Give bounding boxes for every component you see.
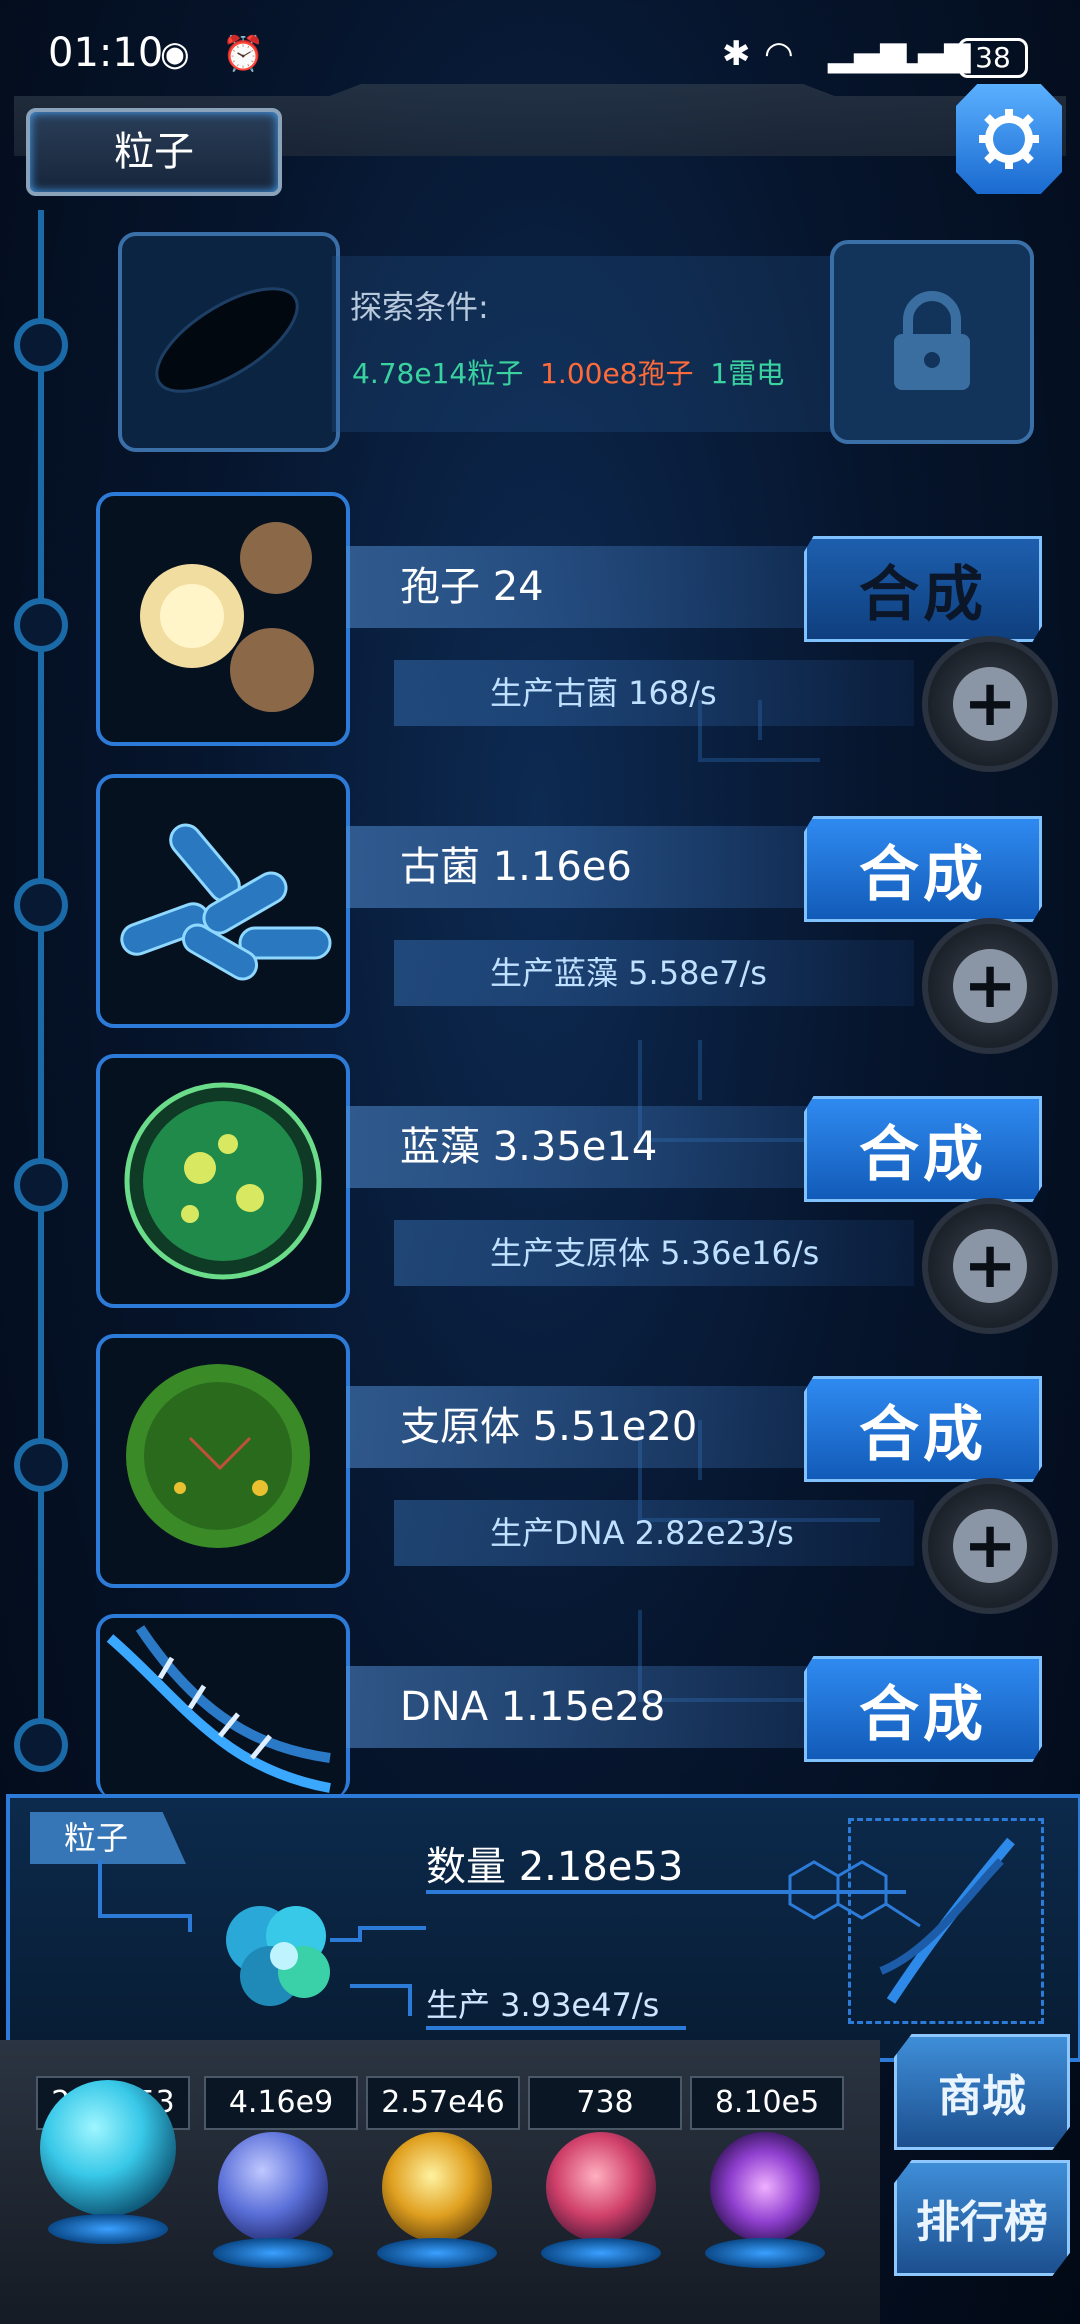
bacteria-silhouette-icon	[155, 287, 299, 393]
gear-icon	[979, 109, 1039, 169]
battery-indicator: 38	[958, 38, 1028, 78]
unit-production-bar: 生产蓝藻 5.58e7/s	[394, 940, 914, 1006]
production-underline	[426, 2026, 686, 2030]
eye-icon: ◉	[160, 34, 190, 74]
upgrade-button-spore[interactable]: +	[922, 636, 1058, 772]
cyanobacteria-icon	[124, 1082, 322, 1280]
unit-name-bar: 支原体 5.51e20	[346, 1386, 846, 1468]
requirement-spores: 1.00e8孢子	[540, 357, 694, 390]
unit-production-bar: 生产DNA 2.82e23/s	[394, 1500, 914, 1566]
unit-name-bar: DNA 1.15e28	[346, 1666, 846, 1748]
dna-emblem-frame	[848, 1818, 1044, 2024]
explosion-orb-icon[interactable]	[382, 2132, 492, 2242]
unit-name: 古菌 1.16e6	[400, 844, 632, 890]
resource-value: 738	[528, 2076, 682, 2130]
timeline-node	[14, 878, 68, 932]
resource-value: 2.57e46	[366, 2076, 520, 2130]
mycoplasma-icon-frame	[96, 1334, 350, 1588]
plus-icon: +	[953, 1509, 1027, 1583]
upgrade-button-mycoplasma[interactable]: +	[922, 1478, 1058, 1614]
dna-icon	[106, 1625, 331, 1793]
locked-unit-frame	[118, 232, 340, 452]
brain-orb-icon[interactable]	[546, 2132, 656, 2242]
alarm-icon: ⏰	[222, 34, 265, 74]
orb-pedestal	[541, 2238, 661, 2268]
archaea-icon-frame	[96, 774, 350, 1028]
wifi-icon: ◠	[764, 34, 794, 74]
unit-name-bar: 古菌 1.16e6	[346, 826, 846, 908]
unit-production: 生产古菌 168/s	[490, 674, 717, 712]
orb-pedestal	[377, 2238, 497, 2268]
orb-pedestal	[48, 2214, 168, 2244]
unit-name: DNA 1.15e28	[400, 1684, 666, 1730]
resource-value: 8.10e5	[690, 2076, 844, 2130]
timeline-line	[38, 210, 44, 1770]
combine-button-dna[interactable]: 合成	[804, 1656, 1042, 1762]
settings-button[interactable]	[956, 84, 1062, 194]
mycoplasma-icon	[126, 1364, 310, 1548]
status-time: 01:10	[48, 30, 164, 76]
orb-pedestal	[213, 2238, 333, 2268]
plus-icon: +	[953, 1229, 1027, 1303]
resource-value: 4.16e9	[204, 2076, 358, 2130]
upgrade-button-archaea[interactable]: +	[922, 918, 1058, 1054]
timeline-node	[14, 598, 68, 652]
spore-icon-frame	[96, 492, 350, 746]
unit-name-bar: 蓝藻 3.35e14	[346, 1106, 846, 1188]
timeline-node	[14, 1718, 68, 1772]
plus-icon: +	[953, 949, 1027, 1023]
combine-button-spore[interactable]: 合成	[804, 536, 1042, 642]
panel-connector-lines	[98, 1860, 426, 2016]
particle-orb-icon[interactable]	[40, 2080, 176, 2216]
unit-production-bar: 生产支原体 5.36e16/s	[394, 1220, 914, 1286]
lightning-orb-icon[interactable]	[218, 2132, 328, 2242]
combine-button-cyanobacteria[interactable]: 合成	[804, 1096, 1042, 1202]
timeline-node	[14, 1438, 68, 1492]
explore-lock-button[interactable]	[830, 240, 1034, 444]
shop-button[interactable]: 商城	[894, 2034, 1070, 2150]
particle-production: 生产 3.93e47/s	[426, 1986, 660, 2024]
tab-particle[interactable]: 粒子	[26, 108, 282, 196]
archaea-icon	[120, 823, 332, 981]
bluetooth-icon: ✱	[722, 34, 751, 74]
unit-production: 生产DNA 2.82e23/s	[490, 1514, 794, 1552]
unit-name: 支原体 5.51e20	[400, 1404, 698, 1450]
particle-quantity: 数量 2.18e53	[426, 1844, 684, 1890]
dna-icon-frame	[96, 1614, 350, 1798]
unit-name: 孢子 24	[400, 564, 544, 610]
dna-emblem-icon	[879, 1837, 1015, 2004]
cyanobacteria-icon-frame	[96, 1054, 350, 1308]
upgrade-button-cyanobacteria[interactable]: +	[922, 1198, 1058, 1334]
unit-production-bar: 生产古菌 168/s	[394, 660, 914, 726]
orb-pedestal	[705, 2238, 825, 2268]
requirement-lightning: 1雷电	[710, 357, 785, 390]
unit-name-bar: 孢子 24	[346, 546, 846, 628]
spore-icon	[140, 522, 314, 712]
exploration-requirements: 4.78e14粒子 1.00e8孢子 1雷电	[352, 352, 784, 392]
lock-icon	[894, 291, 970, 390]
combine-button-archaea[interactable]: 合成	[804, 816, 1042, 922]
exploration-title: 探索条件:	[350, 288, 489, 326]
combine-button-mycoplasma[interactable]: 合成	[804, 1376, 1042, 1482]
vortex-orb-icon[interactable]	[710, 2132, 820, 2242]
ranking-button[interactable]: 排行榜	[894, 2160, 1070, 2276]
unit-production: 生产蓝藻 5.58e7/s	[490, 954, 767, 992]
timeline-node	[14, 1158, 68, 1212]
timeline-lock-node	[14, 318, 68, 372]
plus-icon: +	[953, 667, 1027, 741]
panel-tag: 粒子	[30, 1812, 186, 1864]
tab-particle-label: 粒子	[114, 129, 194, 175]
unit-name: 蓝藻 3.35e14	[400, 1124, 658, 1170]
requirement-particles: 4.78e14粒子	[352, 357, 524, 390]
unit-production: 生产支原体 5.36e16/s	[490, 1234, 820, 1272]
